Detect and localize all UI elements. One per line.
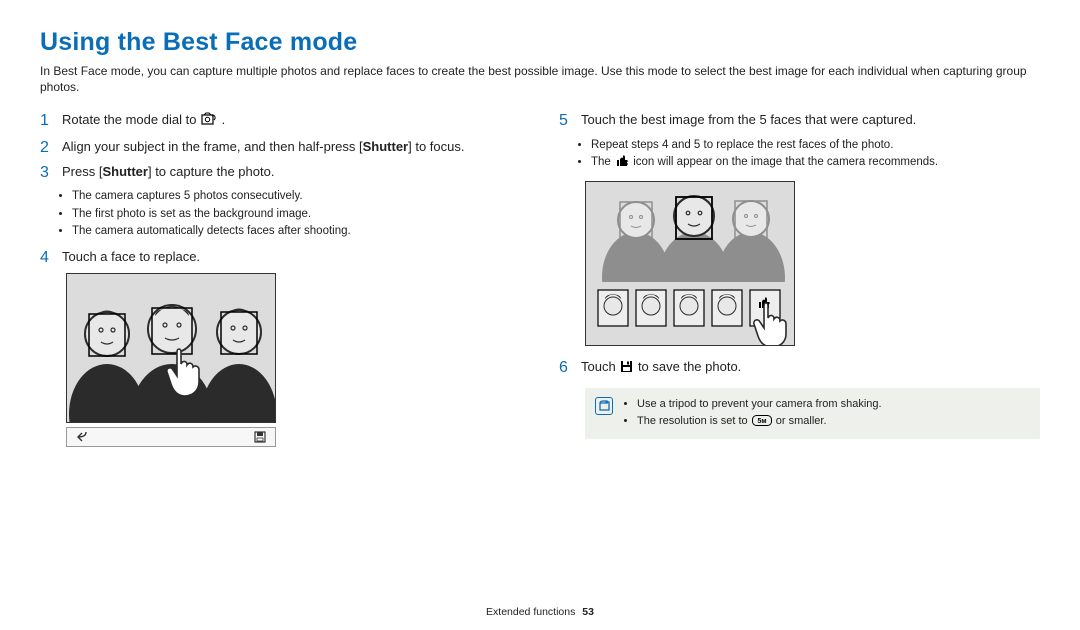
shutter-label: Shutter <box>102 164 148 179</box>
step-text: Align your subject in the frame, and the… <box>62 139 363 154</box>
illustration-select-best <box>585 181 795 346</box>
page-title: Using the Best Face mode <box>40 28 1040 57</box>
step-number: 2 <box>40 138 52 157</box>
step-5-sublist: Repeat steps 4 and 5 to replace the rest… <box>591 137 1040 173</box>
page-footer: Extended functions 53 <box>0 606 1080 618</box>
step-text-after: ] to capture the photo. <box>148 164 274 179</box>
list-item: The first photo is set as the background… <box>72 206 521 223</box>
right-column: 5 Touch the best image from the 5 faces … <box>559 111 1040 447</box>
resolution-5m-icon: 5ᴍ <box>752 415 772 432</box>
recommend-icon <box>615 155 629 173</box>
step-number: 1 <box>40 111 52 130</box>
shutter-label: Shutter <box>363 139 409 154</box>
step-text-after: ] to focus. <box>408 139 464 154</box>
step-text-after: . <box>222 112 226 127</box>
step-number: 4 <box>40 248 52 267</box>
step-5: 5 Touch the best image from the 5 faces … <box>559 111 1040 130</box>
step-text: Touch <box>581 359 619 374</box>
list-item: The camera automatically detects faces a… <box>72 223 521 240</box>
back-icon <box>75 430 89 444</box>
step-text: Touch the best image from the 5 faces th… <box>581 111 1040 129</box>
step-4: 4 Touch a face to replace. <box>40 248 521 267</box>
list-item: The camera captures 5 photos consecutive… <box>72 188 521 205</box>
illustration-touch-face <box>66 273 276 423</box>
note-item: The resolution is set to 5ᴍ or smaller. <box>637 413 882 432</box>
step-3-sublist: The camera captures 5 photos consecutive… <box>72 188 521 240</box>
step-2: 2 Align your subject in the frame, and t… <box>40 138 521 157</box>
step-3: 3 Press [Shutter] to capture the photo. <box>40 163 521 182</box>
step-1: 1 Rotate the mode dial to . <box>40 111 521 131</box>
save-disk-icon <box>620 360 633 378</box>
note-box: Use a tripod to prevent your camera from… <box>585 388 1040 439</box>
step-6: 6 Touch to save the photo. <box>559 358 1040 378</box>
note-item: Use a tripod to prevent your camera from… <box>637 396 882 413</box>
step-number: 5 <box>559 111 571 130</box>
footer-section: Extended functions <box>486 606 575 618</box>
list-item: Repeat steps 4 and 5 to replace the rest… <box>591 137 1040 154</box>
save-icon <box>253 430 267 444</box>
footer-page-number: 53 <box>582 606 594 618</box>
mode-dial-icon <box>201 112 217 131</box>
step-number: 3 <box>40 163 52 182</box>
svg-text:5ᴍ: 5ᴍ <box>757 418 766 425</box>
list-item: The icon will appear on the image that t… <box>591 154 1040 173</box>
step-text-after: to save the photo. <box>638 359 741 374</box>
intro-text: In Best Face mode, you can capture multi… <box>40 63 1040 95</box>
step-text: Touch a face to replace. <box>62 248 521 266</box>
illustration-toolbar <box>66 427 276 447</box>
note-icon <box>595 397 613 415</box>
step-number: 6 <box>559 358 571 377</box>
step-text: Press [ <box>62 164 102 179</box>
left-column: 1 Rotate the mode dial to . 2 Align your… <box>40 111 521 447</box>
step-text: Rotate the mode dial to <box>62 112 200 127</box>
